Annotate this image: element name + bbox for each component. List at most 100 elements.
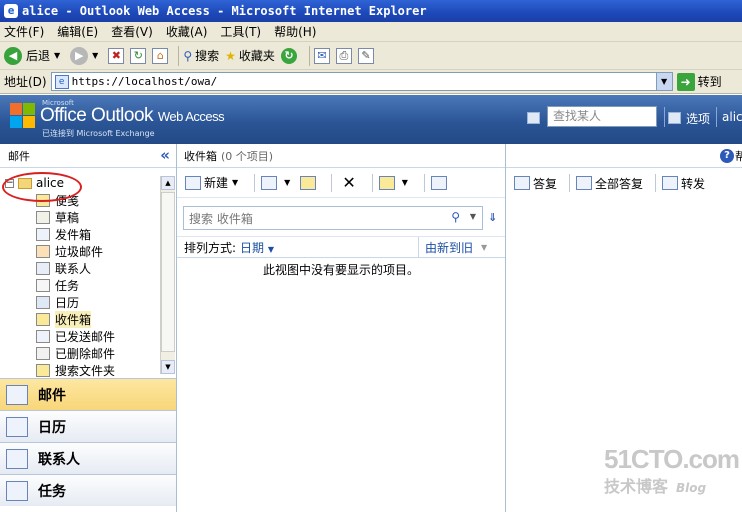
stop-icon[interactable]: ✖ xyxy=(108,47,125,64)
junk-mail-icon xyxy=(36,245,50,258)
folder-inbox[interactable]: 收件箱 xyxy=(0,311,160,328)
scroll-up-icon[interactable]: ▲ xyxy=(161,176,175,190)
menu-help[interactable]: 帮助(H) xyxy=(274,23,316,40)
folder-contacts[interactable]: 联系人 xyxy=(0,260,160,277)
back-dropdown-icon[interactable]: ▼ xyxy=(54,51,60,60)
mail-icon[interactable]: ✉ xyxy=(313,47,330,64)
brand-subtitle: 已连接到 Microsoft Exchange xyxy=(42,129,155,138)
user-name[interactable]: alice xyxy=(722,110,742,124)
folder-tree-scrollbar[interactable]: ▲ ▼ xyxy=(160,176,175,374)
view-dropdown-icon[interactable]: ▼ xyxy=(284,178,290,187)
expand-search-icon[interactable]: ⇓ xyxy=(488,211,497,224)
search-icon: ⚲ xyxy=(183,48,193,63)
media-icon[interactable]: ↻ xyxy=(280,47,297,64)
scroll-down-icon[interactable]: ▼ xyxy=(161,360,175,374)
folder-label: 联系人 xyxy=(55,262,92,276)
move-button[interactable] xyxy=(300,175,319,190)
options-icon[interactable] xyxy=(668,112,681,124)
sort-bar: 排列方式: 日期 ▼ 由新到旧 ▼ xyxy=(177,236,505,258)
reply-all-label: 全部答复 xyxy=(595,176,644,191)
menu-file[interactable]: 文件(F) xyxy=(4,23,44,40)
forward-button[interactable]: ▶ ▼ xyxy=(70,46,102,65)
back-button[interactable]: ◀ 后退 ▼ xyxy=(4,46,64,65)
search-inbox-input[interactable]: 搜索 收件箱 ⚲ ▼ xyxy=(183,206,483,230)
navigation-pane-title: 邮件 xyxy=(8,149,30,163)
folder-label: 收件箱 xyxy=(55,311,92,328)
nav-mail[interactable]: 邮件 xyxy=(0,378,176,410)
nav-tasks[interactable]: 任务 xyxy=(0,474,176,506)
forward-dropdown-icon[interactable]: ▼ xyxy=(92,51,98,60)
calendar-icon xyxy=(6,416,28,437)
folder-outbox[interactable]: 发件箱 xyxy=(0,226,160,243)
folder-tasks[interactable]: 任务 xyxy=(0,277,160,294)
view-button[interactable]: ▼ xyxy=(261,175,294,190)
folder-options-button[interactable]: ▼ xyxy=(378,175,412,190)
scroll-thumb[interactable] xyxy=(161,192,175,352)
folder-tree: − alice 便笺 草稿 发件箱 垃圾邮件 联系人 任务 日历 收件箱 已发送… xyxy=(0,174,160,377)
options-link[interactable]: 选项 xyxy=(686,110,710,127)
toolbar-separator xyxy=(178,45,180,66)
search-button[interactable]: ⚲ 搜索 xyxy=(183,47,219,64)
new-button[interactable]: 新建 ▼ xyxy=(185,174,242,191)
address-book-icon[interactable] xyxy=(527,112,540,124)
print-icon[interactable]: ⎙ xyxy=(335,47,352,64)
reply-button[interactable]: 答复 xyxy=(514,175,557,192)
nav-contacts[interactable]: 联系人 xyxy=(0,442,176,474)
go-button[interactable]: ➜ 转到 xyxy=(676,72,722,91)
search-folder-icon xyxy=(36,364,50,377)
search-inbox-placeholder: 搜索 收件箱 xyxy=(189,211,253,226)
delete-button[interactable]: ✕ xyxy=(338,173,359,192)
sort-field[interactable]: 日期 ▼ xyxy=(240,239,274,256)
folder-search[interactable]: 搜索文件夹 xyxy=(0,362,160,377)
nav-label: 任务 xyxy=(38,483,66,500)
forward-mail-button[interactable]: 转发 xyxy=(662,175,705,192)
window-title: alice - Outlook Web Access - Microsoft I… xyxy=(22,4,427,18)
folder-sent[interactable]: 已发送邮件 xyxy=(0,328,160,345)
folder-label: 日历 xyxy=(55,296,80,310)
reading-toolbar: 答复 全部答复 转发 xyxy=(506,168,742,198)
toolbar-separator xyxy=(308,45,310,66)
delete-icon: ✕ xyxy=(342,173,356,192)
contacts-icon xyxy=(36,262,50,275)
help-icon[interactable]: ? xyxy=(720,149,734,163)
refresh-icon[interactable]: ↻ xyxy=(130,47,147,64)
nav-label: 邮件 xyxy=(38,387,66,404)
menu-edit[interactable]: 编辑(E) xyxy=(57,23,98,40)
folder-options-dropdown-icon[interactable]: ▼ xyxy=(402,178,408,187)
edit-page-icon[interactable]: ✎ xyxy=(357,47,374,64)
folder-deleted[interactable]: 已删除邮件 xyxy=(0,345,160,362)
address-dropdown-icon[interactable]: ▼ xyxy=(655,73,672,90)
favorites-button[interactable]: ★ 收藏夹 xyxy=(225,47,275,64)
sort-order[interactable]: 由新到旧 ▼ xyxy=(418,237,505,258)
address-url[interactable]: https://localhost/owa/ xyxy=(72,75,656,88)
go-label: 转到 xyxy=(697,75,722,89)
home-icon[interactable]: ⌂ xyxy=(152,47,169,64)
new-dropdown-icon[interactable]: ▼ xyxy=(232,178,238,187)
menu-view[interactable]: 查看(V) xyxy=(111,23,153,40)
collapse-pane-icon[interactable]: « xyxy=(160,146,170,164)
help-label[interactable]: 帮 xyxy=(735,148,742,164)
highlight-circle xyxy=(2,172,82,202)
address-input[interactable]: e https://localhost/owa/ ▼ xyxy=(50,72,673,91)
forward-label: 转发 xyxy=(681,176,706,191)
reply-label: 答复 xyxy=(533,176,558,191)
back-label: 后退 xyxy=(26,49,51,63)
search-dropdown-icon[interactable]: ▼ xyxy=(470,212,476,221)
search-icon[interactable]: ⚲ xyxy=(451,210,460,224)
menu-tools[interactable]: 工具(T) xyxy=(220,23,261,40)
page-icon: e xyxy=(54,74,69,89)
toolbar-separator xyxy=(655,174,657,192)
message-list-header: 收件箱 (0 个项目) xyxy=(177,144,505,168)
reading-pane-header: ? 帮 xyxy=(506,144,742,168)
menu-bar: 文件(F) 编辑(E) 查看(V) 收藏(A) 工具(T) 帮助(H) xyxy=(0,22,742,42)
menu-favorites[interactable]: 收藏(A) xyxy=(166,23,208,40)
find-person-input[interactable]: 查找某人 xyxy=(547,106,657,127)
watermark-subtitle: 技术博客 Blog xyxy=(604,473,742,497)
folder-calendar[interactable]: 日历 xyxy=(0,294,160,311)
folder-junk[interactable]: 垃圾邮件 xyxy=(0,243,160,260)
header-separator xyxy=(664,107,665,127)
folder-drafts[interactable]: 草稿 xyxy=(0,209,160,226)
print-button[interactable] xyxy=(430,175,450,190)
nav-calendar[interactable]: 日历 xyxy=(0,410,176,442)
reply-all-button[interactable]: 全部答复 xyxy=(576,175,643,192)
